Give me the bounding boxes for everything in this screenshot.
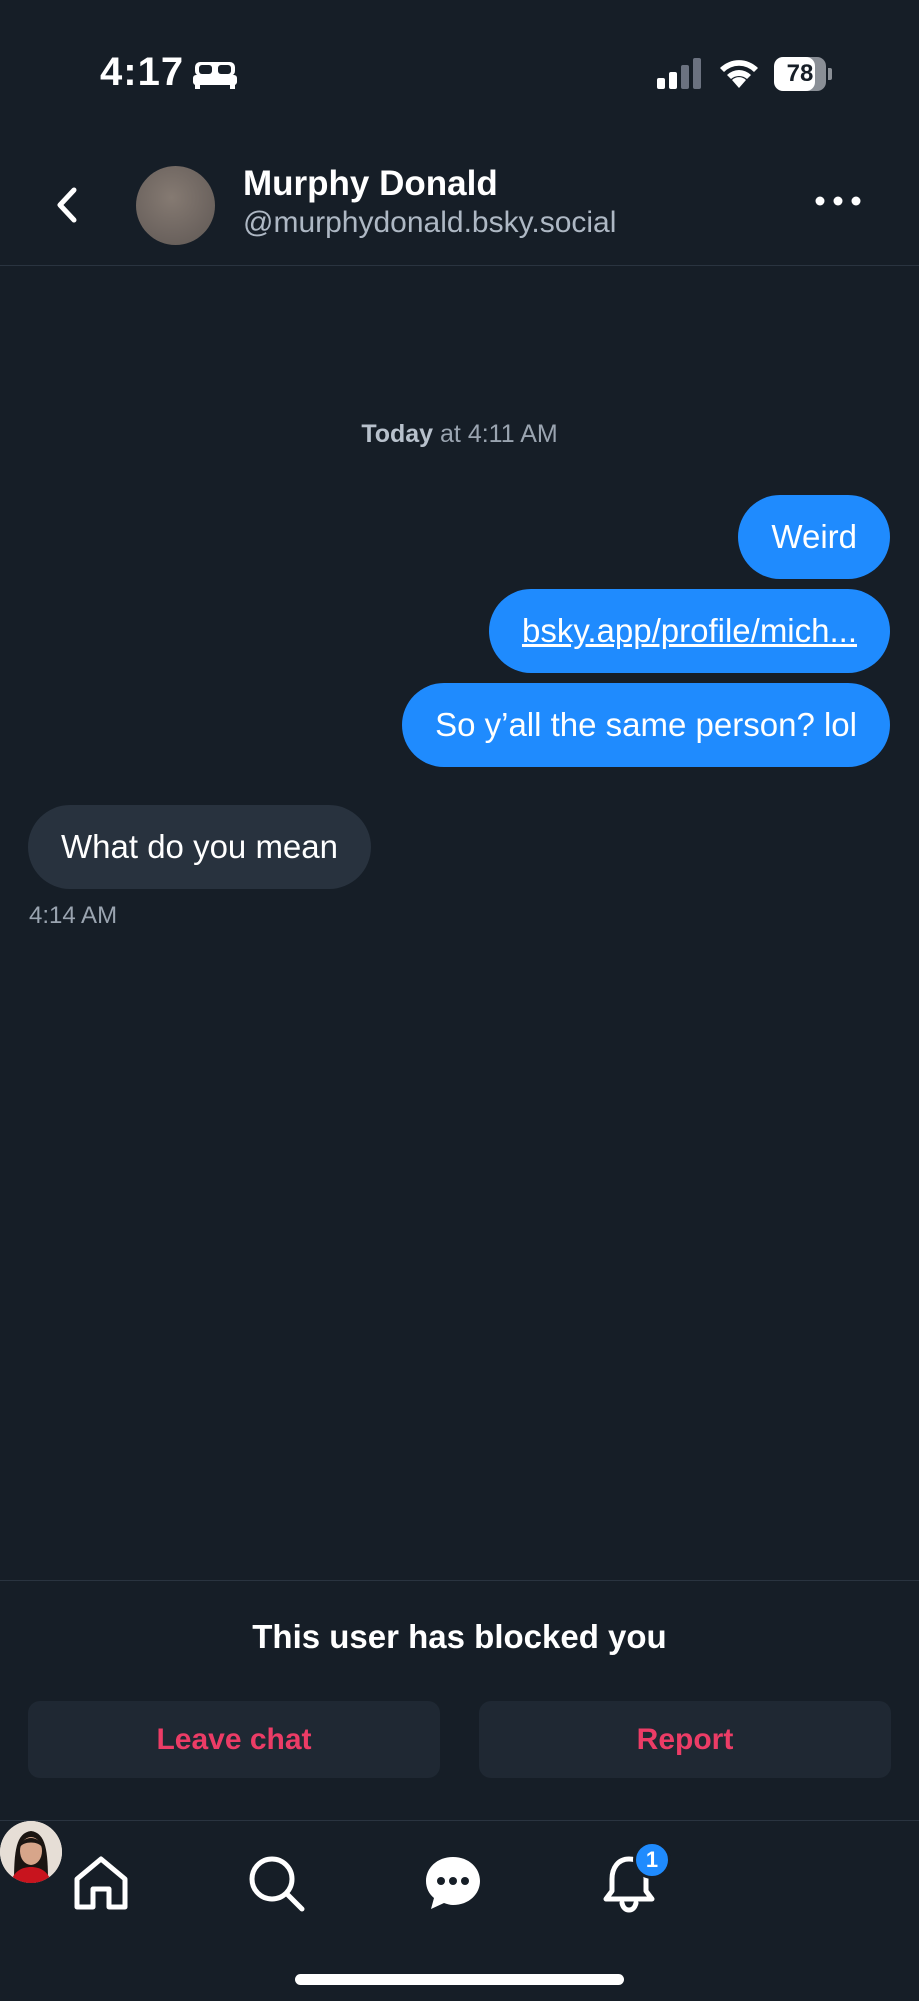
message-timestamp: 4:14 AM	[29, 902, 118, 929]
more-options-icon[interactable]	[812, 186, 864, 216]
profile-photo-icon	[0, 1821, 62, 1883]
chat-icon[interactable]	[421, 1851, 485, 1915]
sleep-mode-icon	[193, 62, 237, 89]
cellular-signal-icon	[657, 58, 701, 89]
outgoing-message-link[interactable]: bsky.app/profile/mich...	[488, 589, 890, 673]
incoming-message[interactable]: What do you mean	[28, 805, 371, 889]
battery-body: 78	[774, 57, 826, 91]
profile-avatar[interactable]	[0, 1821, 62, 1883]
blocked-message: This user has blocked you	[252, 1618, 667, 1655]
home-icon[interactable]	[69, 1851, 133, 1915]
battery-indicator: 78	[774, 57, 832, 91]
wifi-icon	[720, 60, 758, 88]
contact-avatar[interactable]	[136, 166, 215, 245]
date-label-time: at 4:11 AM	[433, 420, 558, 448]
notification-badge: 1	[633, 1841, 671, 1879]
outgoing-message[interactable]: Weird	[738, 495, 890, 579]
status-bar: 4:17 78	[0, 0, 919, 150]
status-time: 4:17	[100, 50, 185, 94]
contact-name[interactable]: Murphy Donald	[243, 164, 498, 204]
home-indicator	[295, 1974, 624, 1985]
search-icon[interactable]	[244, 1851, 308, 1915]
battery-tip	[828, 68, 832, 80]
contact-handle[interactable]: @murphydonald.bsky.social	[243, 206, 616, 240]
outgoing-message[interactable]: So y’all the same person? lol	[402, 683, 890, 767]
leave-chat-button[interactable]: Leave chat	[28, 1701, 440, 1778]
battery-percent: 78	[786, 60, 814, 87]
message-link[interactable]: bsky.app/profile/mich...	[522, 612, 857, 649]
back-button[interactable]	[44, 180, 90, 230]
chat-header: Murphy Donald @murphydonald.bsky.social	[0, 150, 919, 266]
date-label-day: Today	[361, 420, 434, 448]
blocked-notice-panel: This user has blocked you Leave chat Rep…	[0, 1580, 919, 1821]
conversation-date-label: Today at 4:11 AM	[0, 420, 919, 449]
report-button[interactable]: Report	[479, 1701, 891, 1778]
